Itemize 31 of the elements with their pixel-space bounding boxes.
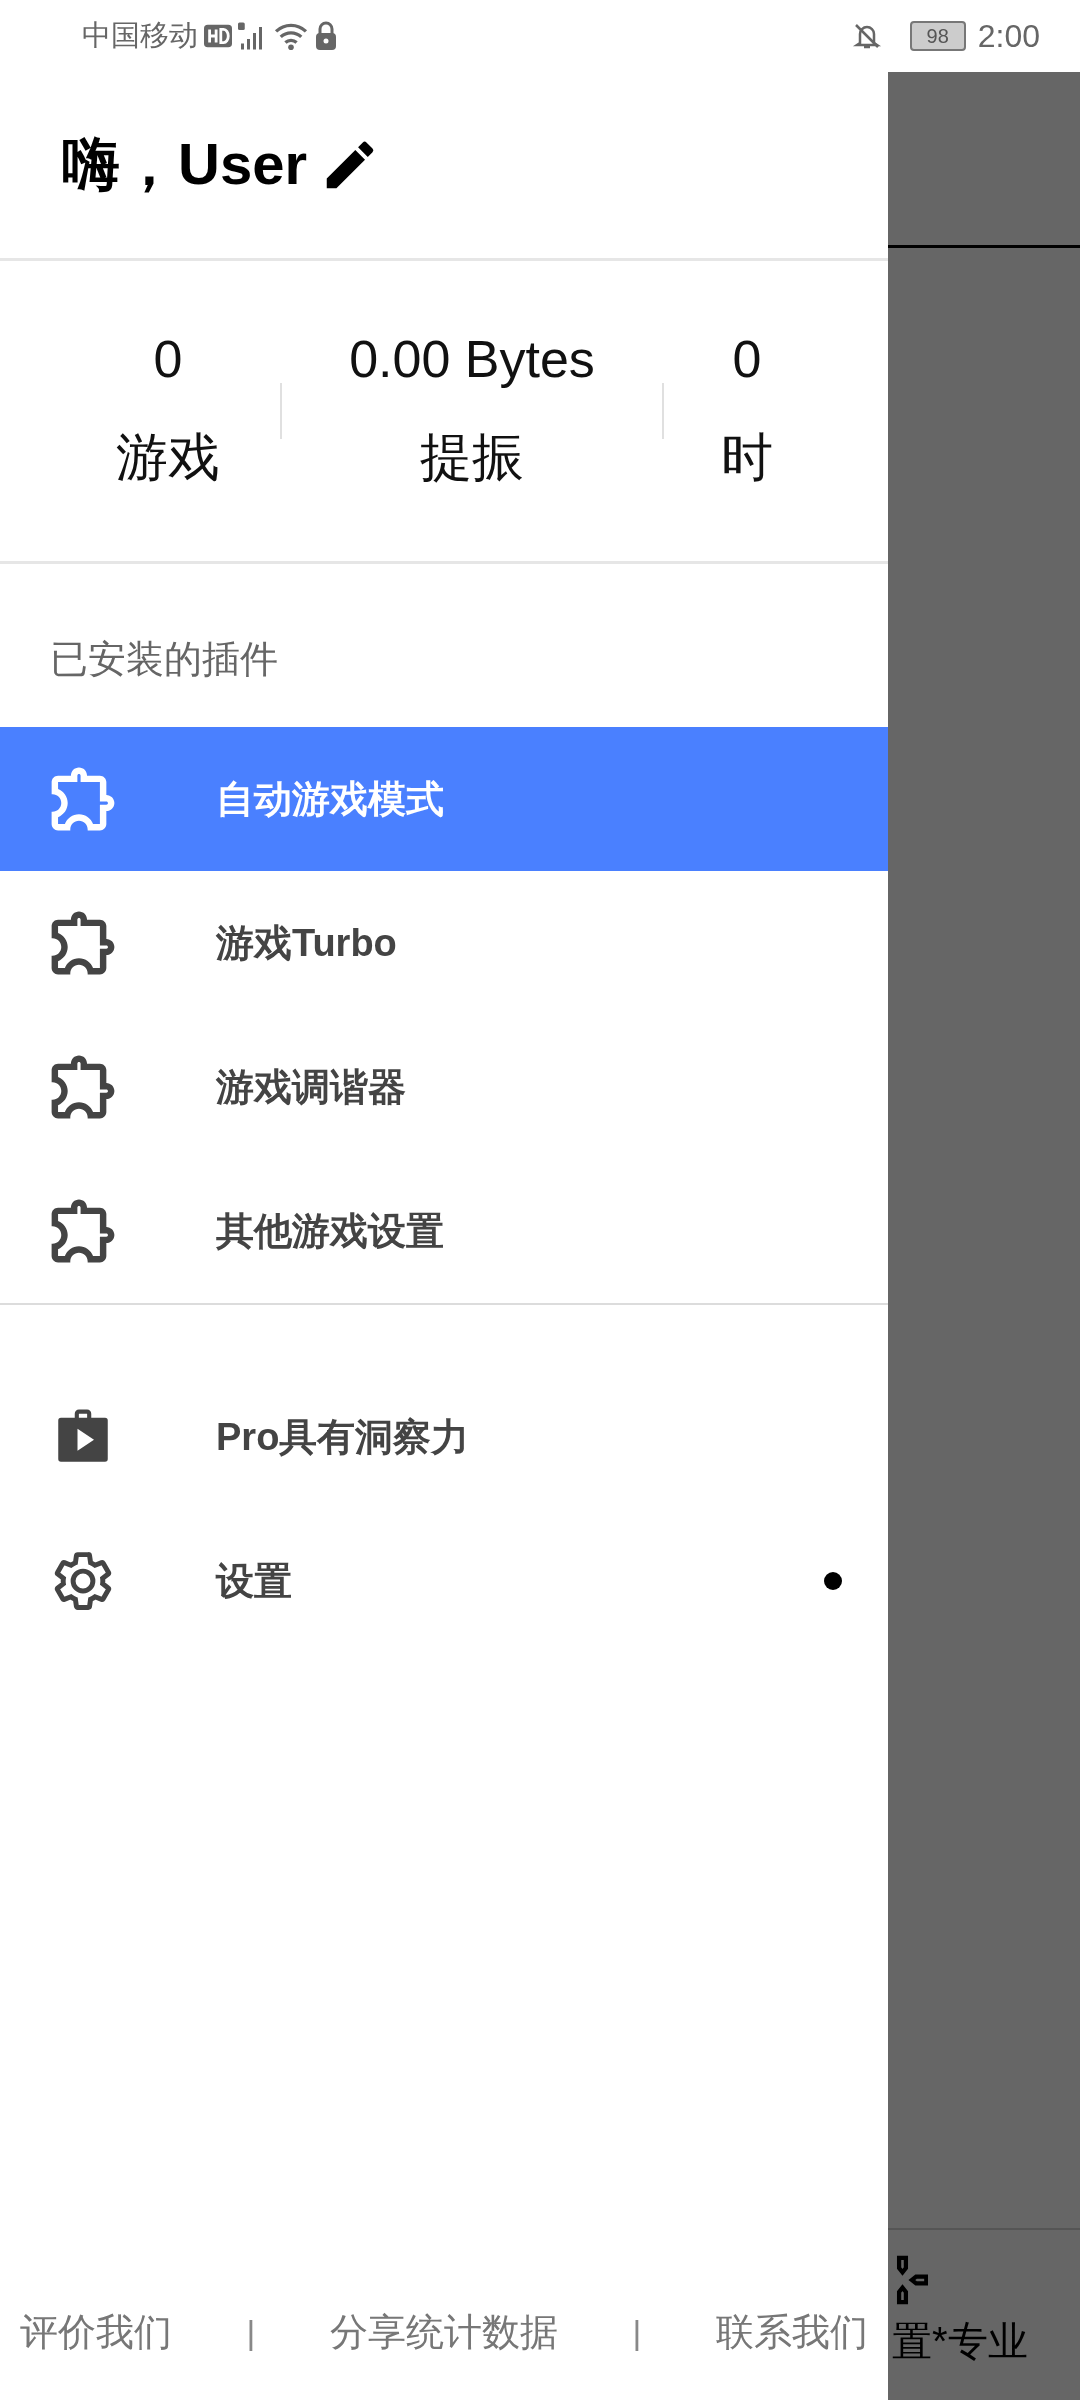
puzzle-icon xyxy=(50,1198,116,1264)
stat-label: 时 xyxy=(721,427,773,488)
plugin-item[interactable]: 自动游戏模式 xyxy=(0,727,888,871)
clock-time: 2:00 xyxy=(977,17,1040,55)
footer-link[interactable]: 联系我们 xyxy=(716,2307,868,2358)
tab-label[interactable]: 置*专业 xyxy=(892,2314,1080,2369)
stat-label: 提振 xyxy=(420,427,524,488)
stat-value: 0 xyxy=(153,329,183,389)
menu-item[interactable]: 设置 xyxy=(0,1509,888,1653)
separator: | xyxy=(631,2313,643,2352)
puzzle-icon xyxy=(50,910,116,976)
carrier-name: 中国移动 xyxy=(82,18,198,53)
menu-item[interactable]: Pro具有洞察力 xyxy=(0,1365,888,1509)
stat-value: 0.00 Bytes xyxy=(349,329,595,389)
puzzle-icon xyxy=(50,766,116,832)
footer-link[interactable]: 分享统计数据 xyxy=(330,2307,558,2358)
stat-label: 游戏 xyxy=(116,427,220,488)
separator: | xyxy=(245,2313,257,2352)
section-heading: 已安装的插件 xyxy=(49,637,279,682)
greeting-title: 嗨，User xyxy=(62,130,307,198)
battery-icon: 98 xyxy=(909,21,966,51)
puzzle-icon xyxy=(50,1054,116,1120)
stat-value: 0 xyxy=(732,329,762,389)
plugin-item[interactable]: 游戏Turbo xyxy=(0,871,888,1015)
hd-icon xyxy=(204,24,232,48)
plugin-item[interactable]: 游戏调谐器 xyxy=(0,1015,888,1159)
plugin-item[interactable]: 其他游戏设置 xyxy=(0,1159,888,1303)
wifi-icon xyxy=(274,22,308,50)
lock-icon xyxy=(314,21,338,51)
bell-off-icon xyxy=(851,21,882,51)
footer-link[interactable]: 评价我们 xyxy=(20,2307,172,2358)
